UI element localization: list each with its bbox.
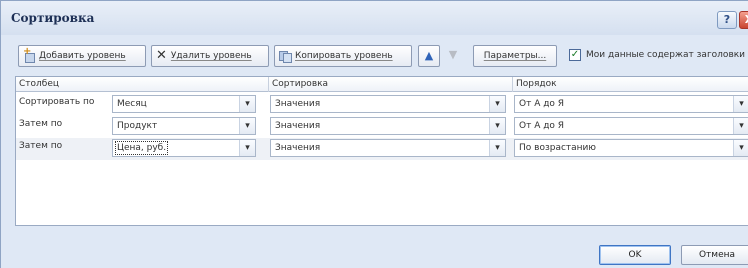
- sort-on-select-value: Значения: [275, 121, 321, 131]
- move-down-icon[interactable]: ▼: [442, 45, 464, 67]
- order-select-value: От А до Я: [519, 99, 565, 109]
- cancel-button[interactable]: Отмена: [681, 245, 748, 265]
- column-header-column: Столбец: [16, 77, 269, 92]
- dropdown-arrow-icon[interactable]: ▾: [489, 140, 505, 156]
- dropdown-arrow-icon[interactable]: ▾: [239, 96, 255, 112]
- sort-levels-grid: Столбец Сортировка Порядок Сортировать п…: [15, 76, 748, 226]
- sort-level-row[interactable]: Затем по Продукт ▾ Значения ▾ От А до Я …: [16, 116, 748, 138]
- row-label: Сортировать по: [19, 97, 95, 107]
- sort-level-row-selected[interactable]: Затем по Цена, руб. ▾ Значения ▾ По возр…: [16, 138, 748, 160]
- delete-level-label: Удалить уровень: [170, 51, 252, 61]
- title-bar[interactable]: Сортировка ? X: [1, 1, 748, 35]
- move-up-icon[interactable]: ▲: [418, 45, 440, 67]
- sort-on-select[interactable]: Значения ▾: [270, 95, 506, 113]
- headers-checkbox-label: Мои данные содержат заголовки: [586, 50, 746, 60]
- delete-level-button[interactable]: ✕ Удалить уровень: [151, 45, 269, 67]
- dropdown-arrow-icon[interactable]: ▾: [239, 118, 255, 134]
- sort-on-select[interactable]: Значения ▾: [270, 139, 506, 157]
- order-select-value: По возрастанию: [519, 143, 596, 153]
- column-select[interactable]: Месяц ▾: [112, 95, 256, 113]
- dropdown-arrow-icon[interactable]: ▾: [733, 118, 748, 134]
- column-header-sort-on: Сортировка: [269, 77, 513, 92]
- options-button[interactable]: Параметры...: [473, 45, 557, 67]
- column-select-value: Месяц: [117, 99, 147, 109]
- add-level-button[interactable]: Добавить уровень: [18, 45, 146, 67]
- close-icon[interactable]: X: [739, 11, 748, 29]
- add-level-label: Добавить уровень: [39, 51, 126, 61]
- dropdown-arrow-icon[interactable]: ▾: [733, 140, 748, 156]
- column-select-value: Цена, руб.: [114, 141, 169, 155]
- copy-level-label: Копировать уровень: [295, 51, 393, 61]
- sort-level-row[interactable]: Сортировать по Месяц ▾ Значения ▾ От А д…: [16, 94, 748, 116]
- dropdown-arrow-icon[interactable]: ▾: [489, 118, 505, 134]
- column-header-order: Порядок: [516, 79, 557, 89]
- sort-on-select-value: Значения: [275, 143, 321, 153]
- column-select[interactable]: Продукт ▾: [112, 117, 256, 135]
- order-select-value: От А до Я: [519, 121, 565, 131]
- help-icon[interactable]: ?: [717, 11, 737, 29]
- copy-level-button[interactable]: Копировать уровень: [274, 45, 412, 67]
- add-level-icon: [23, 46, 35, 63]
- column-select[interactable]: Цена, руб. ▾: [112, 139, 256, 157]
- ok-button[interactable]: OK: [599, 245, 671, 265]
- order-select[interactable]: От А до Я ▾: [514, 117, 748, 135]
- order-select[interactable]: От А до Я ▾: [514, 95, 748, 113]
- dropdown-arrow-icon[interactable]: ▾: [489, 96, 505, 112]
- sort-dialog: Сортировка ? X Добавить уровень ✕ Удалит…: [0, 0, 748, 268]
- headers-checkbox-row[interactable]: ✓ Мои данные содержат заголовки: [569, 49, 745, 61]
- sort-on-select[interactable]: Значения ▾: [270, 117, 506, 135]
- dropdown-arrow-icon[interactable]: ▾: [239, 140, 255, 156]
- dialog-title: Сортировка: [11, 11, 95, 25]
- row-label: Затем по: [19, 141, 63, 151]
- grid-header: Столбец Сортировка Порядок: [16, 77, 748, 92]
- sort-on-select-value: Значения: [275, 99, 321, 109]
- row-label: Затем по: [19, 119, 63, 129]
- headers-checkbox[interactable]: ✓: [569, 49, 581, 61]
- order-select[interactable]: По возрастанию ▾: [514, 139, 748, 157]
- column-select-value: Продукт: [117, 121, 158, 131]
- delete-icon: ✕: [156, 48, 167, 63]
- copy-icon: [279, 50, 292, 63]
- dropdown-arrow-icon[interactable]: ▾: [733, 96, 748, 112]
- options-label: Параметры...: [483, 51, 547, 61]
